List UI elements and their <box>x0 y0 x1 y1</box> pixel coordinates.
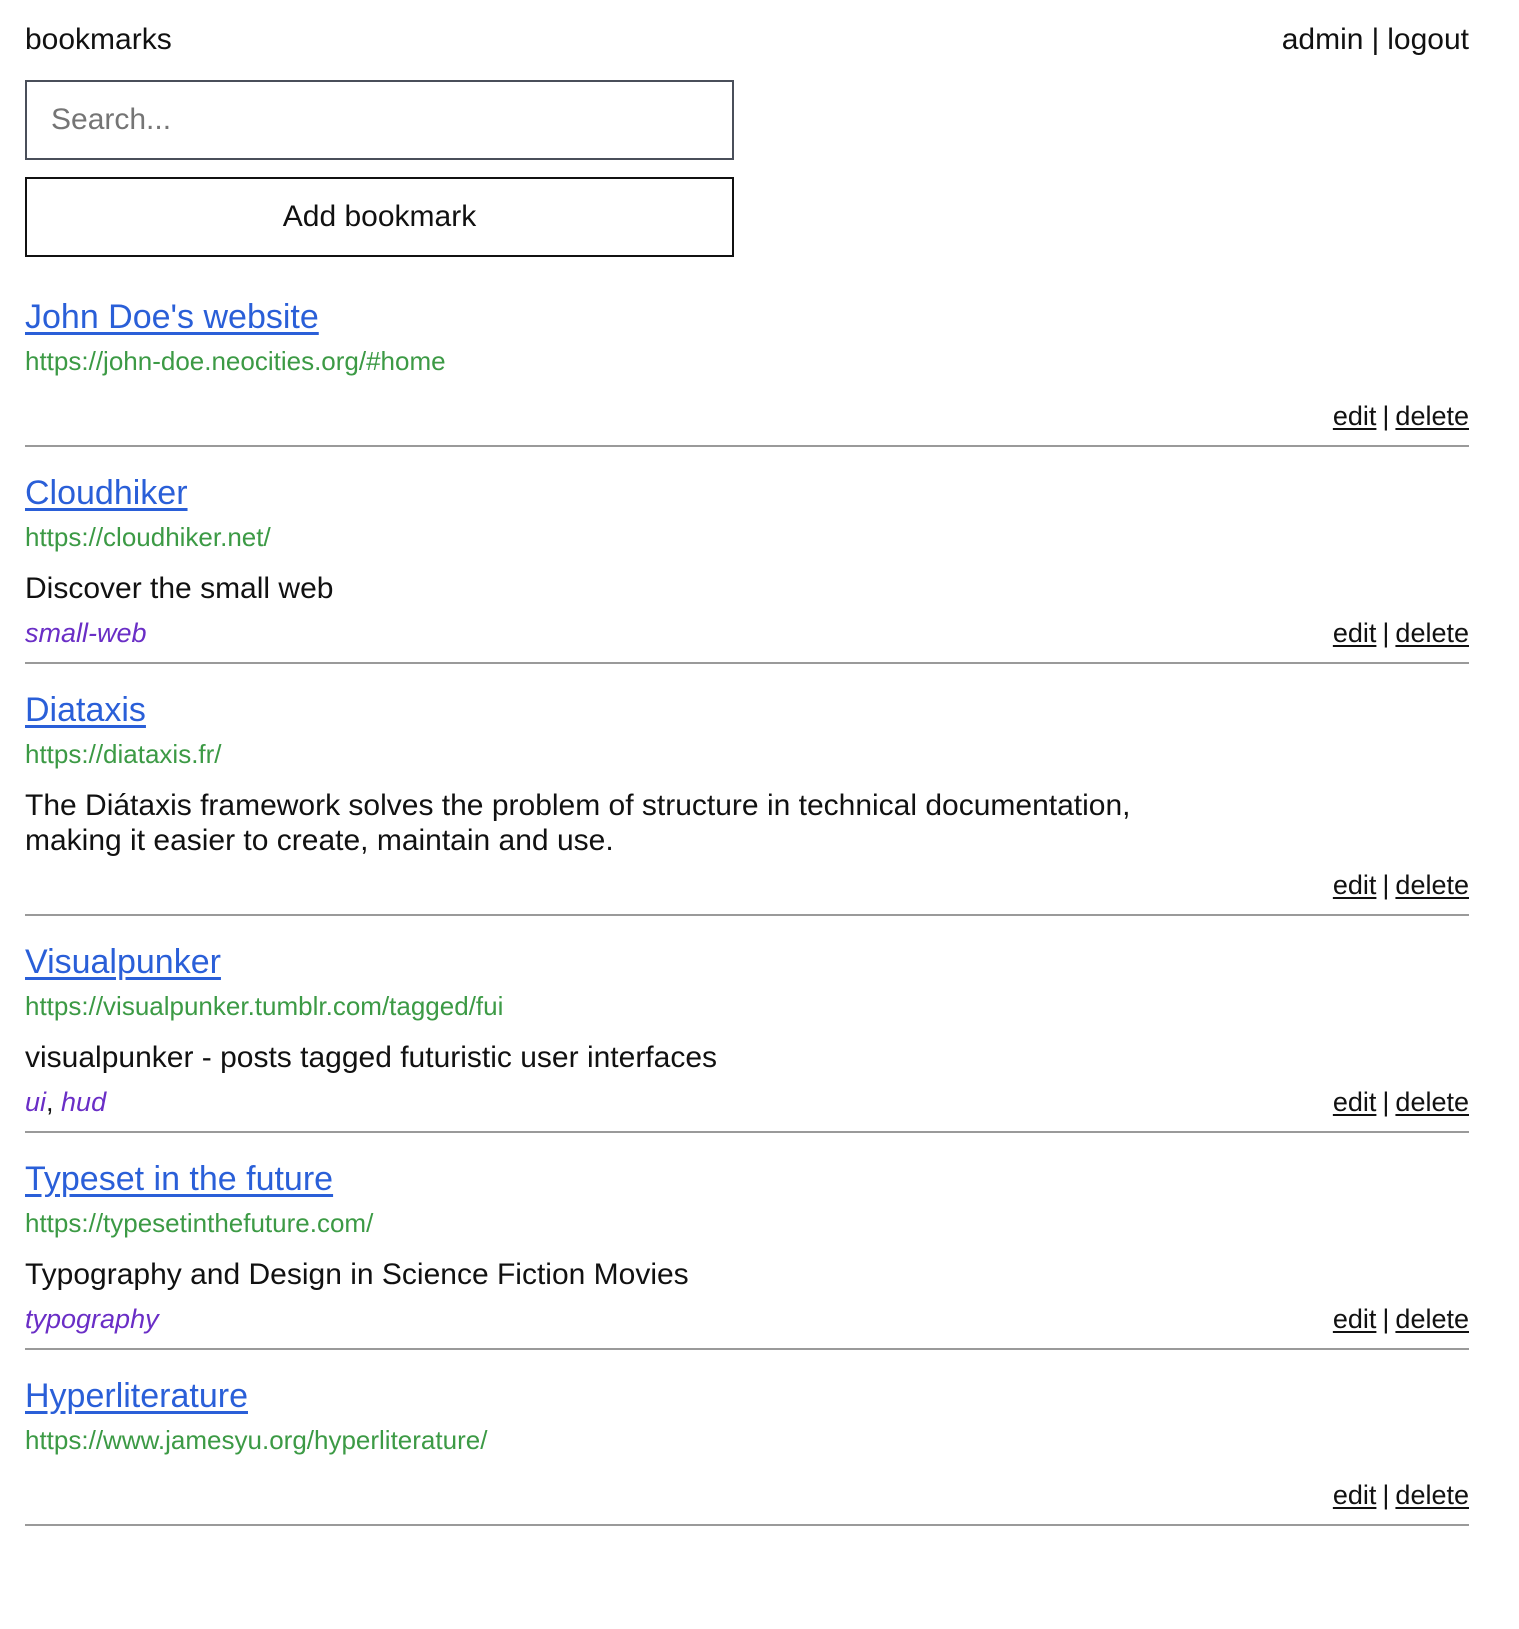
bookmark-url[interactable]: https://cloudhiker.net/ <box>25 521 1469 553</box>
bookmark-title-link[interactable]: John Doe's website <box>25 297 319 337</box>
bookmark-description: visualpunker - posts tagged futuristic u… <box>25 1041 718 1074</box>
delete-link[interactable]: delete <box>1395 1087 1469 1117</box>
delete-link[interactable]: delete <box>1395 870 1469 900</box>
edit-link[interactable]: edit <box>1333 1087 1377 1117</box>
bookmark-footer: edit | delete <box>25 399 1469 433</box>
bookmark-actions: edit | delete <box>1333 1304 1469 1335</box>
edit-link[interactable]: edit <box>1333 870 1377 900</box>
bookmark-url[interactable]: https://www.jamesyu.org/hyperliterature/ <box>25 1424 1469 1456</box>
username[interactable]: admin <box>1282 23 1364 56</box>
bookmark-title-link[interactable]: Hyperliterature <box>25 1376 248 1416</box>
tag-link[interactable]: hud <box>61 1087 106 1117</box>
bookmark-footer: edit | delete <box>25 1478 1469 1512</box>
action-separator: | <box>1382 1303 1390 1334</box>
bookmark-item: Diataxis https://diataxis.fr/The Diátaxis… <box>25 690 1469 916</box>
bookmark-item: Hyperliterature https://www.jamesyu.org/h… <box>25 1376 1469 1526</box>
search-input[interactable] <box>25 80 734 160</box>
delete-link[interactable]: delete <box>1395 1480 1469 1510</box>
add-bookmark-button[interactable]: Add bookmark <box>25 177 734 257</box>
edit-link[interactable]: edit <box>1333 1480 1377 1510</box>
user-menu: admin | logout <box>1282 23 1469 57</box>
header-separator: | <box>1371 23 1380 56</box>
bookmark-tags: typography <box>25 1304 159 1335</box>
page: bookmarks admin|logout Add bookmark John… <box>0 0 1519 1526</box>
tag-link[interactable]: typography <box>25 1304 159 1334</box>
edit-link[interactable]: edit <box>1333 401 1377 431</box>
action-separator: | <box>1382 869 1390 900</box>
bookmark-description: Discover the small web <box>25 572 334 605</box>
bookmark-item: Cloudhiker https://cloudhiker.net/Discove… <box>25 473 1469 664</box>
bookmark-description: The Diátaxis framework solves the proble… <box>25 789 1131 857</box>
edit-link[interactable]: edit <box>1333 618 1377 648</box>
bookmark-tags: small-web <box>25 618 147 649</box>
bookmark-tags: ui, hud <box>25 1087 106 1118</box>
bookmark-item: Typeset in the future https://typesetinth… <box>25 1159 1469 1350</box>
logout-link[interactable]: logout <box>1387 23 1469 56</box>
bookmark-list: John Doe's website https://john-doe.neoci… <box>25 297 1469 1526</box>
bookmark-footer: small-web edit | delete <box>25 616 1469 650</box>
header: bookmarks admin | logout <box>25 0 1469 64</box>
bookmark-title-link[interactable]: Visualpunker <box>25 942 221 982</box>
action-separator: | <box>1382 617 1390 648</box>
bookmark-title-link[interactable]: Typeset in the future <box>25 1159 333 1199</box>
bookmark-title-link[interactable]: Diataxis <box>25 690 146 730</box>
bookmark-footer: typography edit | delete <box>25 1302 1469 1336</box>
action-separator: | <box>1382 1086 1390 1117</box>
bookmark-url[interactable]: https://john-doe.neocities.org/#home <box>25 345 1469 377</box>
bookmark-url[interactable]: https://typesetinthefuture.com/ <box>25 1207 1469 1239</box>
bookmark-item: Visualpunker https://visualpunker.tumblr.… <box>25 942 1469 1133</box>
tag-link[interactable]: small-web <box>25 618 147 648</box>
action-separator: | <box>1382 400 1390 431</box>
bookmark-title-link[interactable]: Cloudhiker <box>25 473 188 513</box>
bookmark-url[interactable]: https://diataxis.fr/ <box>25 738 1469 770</box>
edit-link[interactable]: edit <box>1333 1304 1377 1334</box>
bookmark-url[interactable]: https://visualpunker.tumblr.com/tagged/f… <box>25 990 1469 1022</box>
bookmark-actions: edit | delete <box>1333 401 1469 432</box>
tag-separator: , <box>46 1086 62 1117</box>
delete-link[interactable]: delete <box>1395 618 1469 648</box>
bookmark-actions: edit | delete <box>1333 870 1469 901</box>
bookmark-footer: ui, hud edit | delete <box>25 1085 1469 1119</box>
delete-link[interactable]: delete <box>1395 1304 1469 1334</box>
bookmark-actions: edit | delete <box>1333 1480 1469 1511</box>
action-separator: | <box>1382 1479 1390 1510</box>
delete-link[interactable]: delete <box>1395 401 1469 431</box>
tag-link[interactable]: ui <box>25 1087 46 1117</box>
bookmark-actions: edit | delete <box>1333 1087 1469 1118</box>
bookmark-description: Typography and Design in Science Fiction… <box>25 1258 689 1291</box>
brand-title[interactable]: bookmarks <box>25 23 172 57</box>
bookmark-footer: edit | delete <box>25 868 1469 902</box>
bookmark-actions: edit | delete <box>1333 618 1469 649</box>
bookmark-item: John Doe's website https://john-doe.neoci… <box>25 297 1469 447</box>
